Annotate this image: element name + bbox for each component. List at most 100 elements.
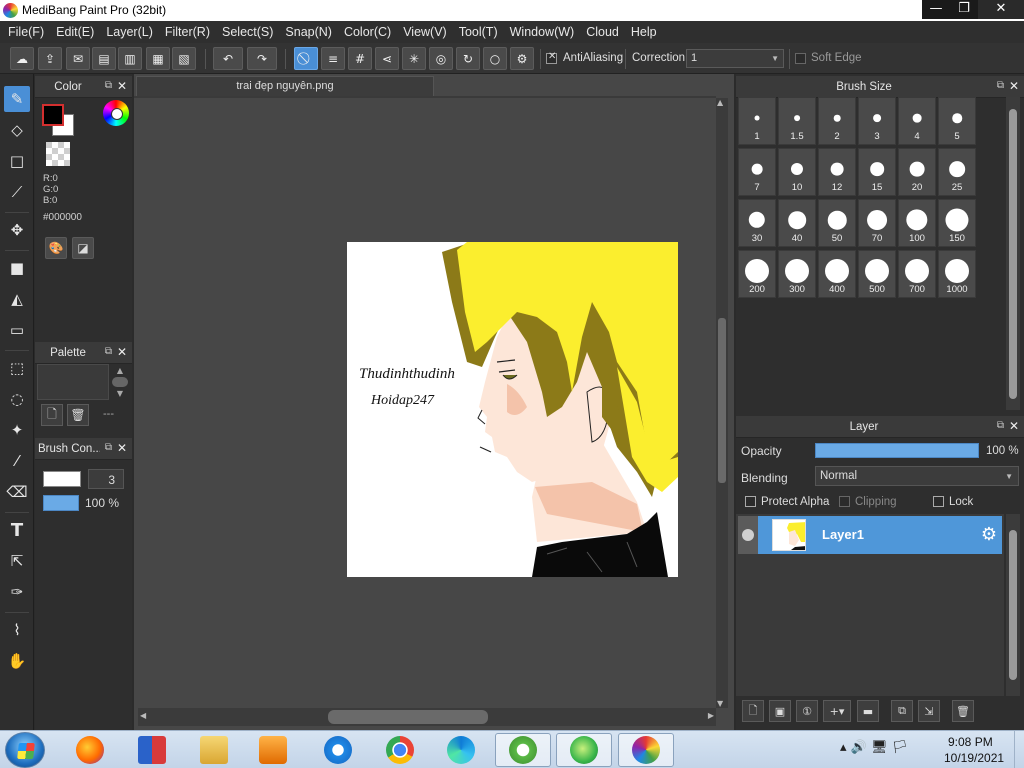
panel-icon[interactable]: ▦ — [146, 47, 170, 70]
curve-snap-icon[interactable]: ↻ — [456, 47, 480, 70]
popout-icon[interactable]: ⧉ — [105, 442, 112, 453]
canvas-artwork[interactable]: Thudinhthudinh Hoidap247 — [347, 242, 678, 577]
maximize-button[interactable]: ❐ — [950, 0, 978, 19]
brush-size-cell[interactable]: 5 — [938, 97, 976, 145]
brush-size-cell[interactable]: 700 — [898, 250, 936, 298]
close-icon[interactable]: ✕ — [117, 79, 127, 93]
menu-view[interactable]: View(V) — [399, 25, 455, 39]
share-icon[interactable]: ⇪ — [38, 47, 62, 70]
concentric-snap-icon[interactable]: ◎ — [429, 47, 453, 70]
comment-icon[interactable]: ✉ — [66, 47, 90, 70]
snap-off-icon[interactable]: ⃠ — [294, 47, 318, 70]
firefox-icon[interactable] — [62, 733, 118, 767]
brush-tool-icon[interactable]: ✎ — [4, 86, 30, 112]
color-palette-icon[interactable]: 🎨 — [45, 237, 67, 259]
brush-size-cell[interactable]: 1.5 — [778, 97, 816, 145]
eraser-tool-icon[interactable]: ◇ — [4, 117, 30, 143]
redo-icon[interactable]: ↷ — [247, 47, 277, 70]
new-layer-icon[interactable]: 🗋 — [742, 700, 764, 722]
color-wheel-icon[interactable] — [103, 100, 129, 126]
brush-size-cell[interactable]: 30 — [738, 199, 776, 247]
correction-select[interactable]: 1 ▼ — [686, 49, 784, 68]
show-desktop-button[interactable] — [1014, 731, 1024, 768]
brush-size-cell[interactable]: 15 — [858, 148, 896, 196]
brush-size-cell[interactable]: 2 — [818, 97, 856, 145]
menu-window[interactable]: Window(W) — [506, 25, 583, 39]
menu-tool[interactable]: Tool(T) — [455, 25, 506, 39]
clipping-checkbox[interactable] — [839, 496, 850, 507]
delete-layer-icon[interactable]: 🗑 — [952, 700, 974, 722]
canvas-vertical-scrollbar[interactable]: ▲ ▼ — [716, 98, 728, 708]
brush-size-cell[interactable]: 7 — [738, 148, 776, 196]
document-icon[interactable]: ▥ — [118, 47, 142, 70]
scroll-right-icon[interactable]: ▶ — [708, 711, 714, 720]
move-tool-icon[interactable]: ✥ — [4, 217, 30, 243]
new-folder-icon[interactable]: ▬ — [857, 700, 879, 722]
brush-opacity-slider[interactable] — [43, 495, 79, 511]
close-icon[interactable]: ✕ — [1009, 79, 1019, 93]
new-1bit-layer-icon[interactable]: ① — [796, 700, 818, 722]
brush-size-cell[interactable]: 100 — [898, 199, 936, 247]
media-player-icon[interactable] — [245, 733, 301, 767]
brush-size-cell[interactable]: 50 — [818, 199, 856, 247]
brush-size-scrollbar[interactable] — [1006, 97, 1020, 410]
new-halftone-layer-icon[interactable]: ▣ — [769, 700, 791, 722]
eyedropper-tool-icon[interactable]: ⌇ — [4, 617, 30, 643]
brush-size-cell[interactable]: 300 — [778, 250, 816, 298]
clock-time[interactable]: 9:08 PM — [948, 735, 993, 749]
menu-select[interactable]: Select(S) — [218, 25, 281, 39]
menu-help[interactable]: Help — [627, 25, 665, 39]
menu-color[interactable]: Color(C) — [340, 25, 399, 39]
protect-alpha-checkbox[interactable] — [745, 496, 756, 507]
brush-size-cell[interactable]: 4 — [898, 97, 936, 145]
file-explorer-icon[interactable] — [186, 733, 242, 767]
popout-icon[interactable]: ⧉ — [105, 346, 112, 357]
antialiasing-checkbox[interactable] — [546, 51, 557, 64]
unikey-icon[interactable] — [124, 733, 180, 767]
radial-snap-icon[interactable]: ✳ — [402, 47, 426, 70]
start-button[interactable] — [5, 732, 45, 768]
gear-icon[interactable]: ⚙ — [981, 524, 997, 545]
duplicate-layer-icon[interactable]: ⧉ — [891, 700, 913, 722]
shape-tool-icon[interactable]: □ — [4, 148, 30, 174]
system-tray-icons[interactable]: ▴ 🔊 🖥 🏳 — [840, 740, 908, 755]
brush-size-cell[interactable]: 20 — [898, 148, 936, 196]
medibang-icon[interactable] — [618, 733, 674, 767]
vanishing-snap-icon[interactable]: ⋖ — [375, 47, 399, 70]
menu-layer[interactable]: Layer(L) — [102, 25, 161, 39]
canvas-horizontal-scrollbar[interactable]: ◀ ▶ — [138, 708, 716, 726]
brush-size-cell[interactable]: 70 — [858, 199, 896, 247]
brush-size-cell[interactable]: 10 — [778, 148, 816, 196]
cloud-icon[interactable]: ☁ — [10, 47, 34, 70]
magic-wand-icon[interactable]: ✦ — [4, 417, 30, 443]
lock-checkbox[interactable] — [933, 496, 944, 507]
blending-select[interactable]: Normal ▼ — [815, 466, 1019, 486]
clock-date[interactable]: 10/19/2021 — [944, 751, 1004, 765]
color-settings-icon[interactable]: ◪ — [72, 237, 94, 259]
edge-icon[interactable] — [433, 733, 489, 767]
brush-size-cell[interactable]: 400 — [818, 250, 856, 298]
close-icon[interactable]: ✕ — [1009, 419, 1019, 433]
text-tool-icon[interactable]: T — [4, 517, 30, 543]
select-rect-icon[interactable]: ⬚ — [4, 355, 30, 381]
merge-layer-icon[interactable]: ⇲ — [918, 700, 940, 722]
select-brush-icon[interactable]: ⟋ — [4, 179, 30, 205]
scroll-left-icon[interactable]: ◀ — [140, 711, 146, 720]
bucket-tool-icon[interactable]: ◭ — [4, 286, 30, 312]
coccoc-icon[interactable] — [495, 733, 551, 767]
internet-explorer-icon[interactable] — [310, 733, 366, 767]
divide-tool-icon[interactable]: ✑ — [4, 579, 30, 605]
popout-icon[interactable]: ⧉ — [105, 80, 112, 91]
brush-size-cell[interactable]: 25 — [938, 148, 976, 196]
ellipse-snap-icon[interactable]: ○ — [483, 47, 507, 70]
scroll-down-icon[interactable]: ▼ — [717, 699, 723, 708]
new-palette-icon[interactable]: 🗋 — [41, 404, 63, 426]
undo-icon[interactable]: ↶ — [213, 47, 243, 70]
brush-size-cell[interactable]: 200 — [738, 250, 776, 298]
menu-filter[interactable]: Filter(R) — [161, 25, 218, 39]
brush-size-cell[interactable]: 1000 — [938, 250, 976, 298]
menu-cloud[interactable]: Cloud — [582, 25, 627, 39]
layer-opacity-slider[interactable] — [815, 443, 979, 458]
snap-settings-icon[interactable]: ⚙ — [510, 47, 534, 70]
green-browser-icon[interactable] — [556, 733, 612, 767]
